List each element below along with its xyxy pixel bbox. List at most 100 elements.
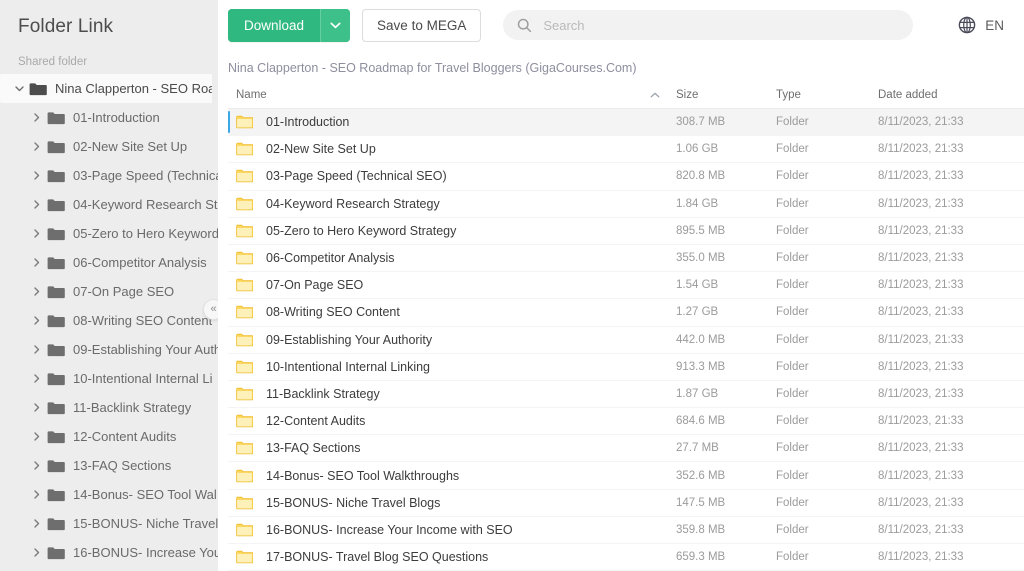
table-row[interactable]: 04-Keyword Research Strategy 1.84 GB Folde… <box>228 191 1024 218</box>
tree-item[interactable]: 16-BONUS- Increase You <box>0 538 218 567</box>
chevron-right-icon[interactable] <box>30 459 44 473</box>
tree-item[interactable]: 13-FAQ Sections <box>0 451 218 480</box>
tree-item[interactable]: 09-Establishing Your Auth <box>0 335 218 364</box>
chevron-right-icon[interactable] <box>30 401 44 415</box>
folder-icon <box>47 488 65 502</box>
column-header-size[interactable]: Size <box>676 89 776 101</box>
chevron-right-icon[interactable] <box>30 314 44 328</box>
tree-item-label: 13-FAQ Sections <box>73 458 172 473</box>
table-row[interactable]: 05-Zero to Hero Keyword Strategy 895.5 MB… <box>228 218 1024 245</box>
chevron-down-icon[interactable] <box>12 82 26 96</box>
tree-item[interactable]: 01-Introduction <box>0 103 218 132</box>
cell-type: Folder <box>776 197 809 210</box>
search-box[interactable] <box>503 10 914 40</box>
cell-date-added: 8/11/2023, 21:33 <box>878 116 964 129</box>
table-row[interactable]: 08-Writing SEO Content 1.27 GB Folder 8/11/… <box>228 299 1024 327</box>
chevron-right-icon[interactable] <box>30 343 44 357</box>
sidebar-collapse-button[interactable]: « <box>203 299 218 320</box>
table-row[interactable]: 14-Bonus- SEO Tool Walkthroughs 352.6 MB F… <box>228 462 1024 490</box>
cell-size: 352.6 MB <box>676 469 726 482</box>
tree-item[interactable]: 11-Backlink Strategy <box>0 393 218 422</box>
table-row[interactable]: 13-FAQ Sections 27.7 MB Folder 8/11/2023, 2… <box>228 435 1024 463</box>
download-dropdown-toggle[interactable] <box>320 8 351 42</box>
cell-date-added: 8/11/2023, 21:33 <box>878 197 964 210</box>
table-row[interactable]: 17-BONUS- Travel Blog SEO Questions 659.3… <box>228 544 1024 571</box>
cell-type: Folder <box>776 306 809 319</box>
chevron-right-icon[interactable] <box>30 372 44 386</box>
cell-size: 1.87 GB <box>676 387 719 400</box>
tree-item-label: 02-New Site Set Up <box>73 139 188 154</box>
table-row[interactable]: 11-Backlink Strategy 1.87 GB Folder 8/11/20… <box>228 381 1024 409</box>
chevron-right-icon[interactable] <box>30 111 44 125</box>
column-header-date-added[interactable]: Date added <box>878 89 1024 101</box>
table-row[interactable]: 03-Page Speed (Technical SEO) 820.8 MB Fol… <box>228 163 1024 191</box>
cell-name: 02-New Site Set Up <box>228 142 676 156</box>
table-row[interactable]: 15-BONUS- Niche Travel Blogs 147.5 MB Fold… <box>228 490 1024 517</box>
chevron-right-icon[interactable] <box>30 285 44 299</box>
tree-item[interactable]: 05-Zero to Hero Keyword <box>0 219 218 248</box>
chevron-up-icon[interactable] <box>650 92 660 98</box>
chevron-right-icon[interactable] <box>30 169 44 183</box>
toolbar: Download Save to MEGA Search EN <box>218 0 1024 50</box>
cell-type: Folder <box>776 551 809 564</box>
chevron-right-icon[interactable] <box>30 430 44 444</box>
tree-item-label: Nina Clapperton - SEO Roadm <box>55 81 212 96</box>
file-name: 05-Zero to Hero Keyword Strategy <box>266 223 457 238</box>
tree-item-label: 04-Keyword Research Str <box>73 197 218 212</box>
tree-item[interactable]: 15-BONUS- Niche Travel <box>0 509 218 538</box>
chevron-right-icon[interactable] <box>30 488 44 502</box>
chevron-right-icon[interactable] <box>30 256 44 270</box>
folder-icon <box>47 430 65 444</box>
tree-item[interactable]: 07-On Page SEO <box>0 277 218 306</box>
chevron-right-icon[interactable] <box>30 198 44 212</box>
download-button[interactable]: Download <box>228 8 351 42</box>
cell-name: 01-Introduction <box>228 115 676 129</box>
cell-date-added: 8/11/2023, 21:33 <box>878 523 964 536</box>
chevron-right-icon[interactable] <box>30 140 44 154</box>
table-row[interactable]: 02-New Site Set Up 1.06 GB Folder 8/11/2023… <box>228 136 1024 164</box>
cell-name: 13-FAQ Sections <box>228 441 676 455</box>
table-row[interactable]: 16-BONUS- Increase Your Income with SEO 3… <box>228 517 1024 544</box>
tree-item[interactable]: 04-Keyword Research Str <box>0 190 218 219</box>
table-row[interactable]: 07-On Page SEO 1.54 GB Folder 8/11/2023, 21… <box>228 272 1024 300</box>
column-header-type[interactable]: Type <box>776 89 878 101</box>
tree-item[interactable]: 06-Competitor Analysis <box>0 248 218 277</box>
cell-size: 27.7 MB <box>676 442 719 455</box>
file-name: 03-Page Speed (Technical SEO) <box>266 169 447 184</box>
tree-item[interactable]: 08-Writing SEO Content <box>0 306 218 335</box>
table-row[interactable]: 09-Establishing Your Authority 442.0 MB Fo… <box>228 327 1024 354</box>
chevron-right-icon[interactable] <box>30 517 44 531</box>
globe-icon <box>958 16 976 34</box>
cell-date-added: 8/11/2023, 21:33 <box>878 170 964 183</box>
chevron-right-icon[interactable] <box>30 546 44 560</box>
table-row[interactable]: 12-Content Audits 684.6 MB Folder 8/11/2023… <box>228 408 1024 436</box>
cell-name: 11-Backlink Strategy <box>228 387 676 401</box>
tree-item[interactable]: 10-Intentional Internal Li <box>0 364 218 393</box>
tree-item[interactable]: 02-New Site Set Up <box>0 132 218 161</box>
column-header-name[interactable]: Name <box>228 89 676 101</box>
cell-type: Folder <box>776 143 809 156</box>
file-name: 04-Keyword Research Strategy <box>266 196 440 211</box>
table-row[interactable]: 10-Intentional Internal Linking 913.3 MB F… <box>228 354 1024 381</box>
tree-item[interactable]: 14-Bonus- SEO Tool Wal <box>0 480 218 509</box>
cell-size: 684.6 MB <box>676 415 726 428</box>
folder-icon <box>47 314 65 328</box>
cell-size: 820.8 MB <box>676 170 726 183</box>
cell-size: 659.3 MB <box>676 551 726 564</box>
folder-icon <box>236 197 253 211</box>
language-selector[interactable]: EN <box>958 16 1010 34</box>
save-to-mega-button[interactable]: Save to MEGA <box>362 8 482 42</box>
chevron-right-icon[interactable] <box>30 227 44 241</box>
folder-icon <box>236 224 253 238</box>
cell-size: 1.54 GB <box>676 279 719 292</box>
cell-name: 05-Zero to Hero Keyword Strategy <box>228 224 676 238</box>
cell-date-added: 8/11/2023, 21:33 <box>878 442 964 455</box>
tree-item[interactable]: 17-BONUS- Travel Blog S <box>0 567 218 571</box>
tree-item-root[interactable]: Nina Clapperton - SEO Roadm <box>0 74 212 103</box>
search-input[interactable] <box>543 17 900 33</box>
table-row[interactable]: 01-Introduction 308.7 MB Folder 8/11/2023, … <box>228 109 1024 137</box>
table-row[interactable]: 06-Competitor Analysis 355.0 MB Folder 8/11… <box>228 245 1024 273</box>
tree-item[interactable]: 03-Page Speed (Technical <box>0 161 218 190</box>
tree-item[interactable]: 12-Content Audits <box>0 422 218 451</box>
cell-name: 10-Intentional Internal Linking <box>228 360 676 374</box>
